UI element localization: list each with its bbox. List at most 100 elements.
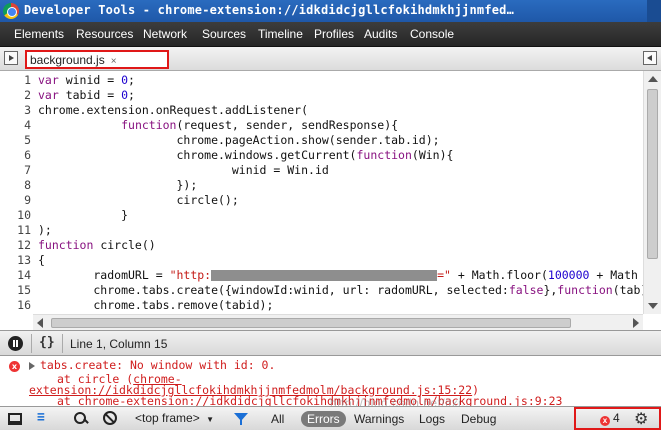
code-line: 12 function circle() [0,238,661,253]
close-icon[interactable]: × [111,56,117,67]
editor-horizontal-scrollbar[interactable] [33,314,643,330]
cursor-position: Line 1, Column 15 [70,337,168,351]
tab-sources[interactable]: Sources [202,27,246,41]
code-editor[interactable]: 1 var winid = 0; 2 var tabid = 0; 3 chrome.ex… [0,71,661,314]
search-icon[interactable] [73,411,88,426]
code-token: function [121,118,177,132]
frame-select[interactable]: <top frame> ▼ [131,410,218,428]
code-line: 4 function(request, sender, sendResponse… [0,118,661,133]
line-number[interactable]: 8 [0,178,31,193]
tab-profiles[interactable]: Profiles [314,27,354,41]
code-text: function circle() [38,238,156,253]
code-text: radomURL = "http: =" + Math.floor(100000 … [38,268,638,283]
bottom-toolbar: ≡ <top frame> ▼ All Errors Warnings Logs… [0,406,661,430]
tab-audits[interactable]: Audits [364,27,397,41]
filter-logs[interactable]: Logs [419,412,445,426]
code-token: ; [128,88,135,102]
line-number[interactable]: 3 [0,103,31,118]
pretty-print-button[interactable]: {} [39,335,55,350]
stack-frame-link[interactable]: chrome-extension://idkdidcjgllcfokihdmkh… [78,394,563,406]
line-number[interactable]: 16 [0,298,31,313]
show-debugger-button[interactable] [643,51,657,65]
code-line: 5 chrome.pageAction.show(sender.tab.id); [0,133,661,148]
filter-icon[interactable] [234,413,248,425]
expand-triangle-icon[interactable] [29,362,35,370]
code-text: }); [38,178,197,193]
code-token: }); [38,178,198,192]
code-token: var [38,88,59,102]
code-line: 2 var tabid = 0; [0,88,661,103]
code-token: radomURL = [38,268,170,282]
filter-warnings[interactable]: Warnings [354,412,404,426]
code-token: 100000 [547,268,590,282]
code-text: chrome.windows.getCurrent(function(Win){ [38,148,453,163]
code-token: chrome.tabs.create({windowId:winid, url:… [38,283,509,297]
filter-all[interactable]: All [271,412,284,426]
code-text: circle(); [38,193,238,208]
code-token: + Math.floor( [450,268,548,282]
code-token: ); [38,223,52,237]
line-number[interactable]: 9 [0,193,31,208]
scroll-left-icon[interactable] [37,318,43,328]
tab-network[interactable]: Network [143,27,187,41]
filter-errors[interactable]: Errors [301,411,346,427]
line-number[interactable]: 17 [0,313,31,314]
console-toggle-icon[interactable]: ≡ [37,410,45,428]
code-token: function [557,283,613,297]
code-text: ); [38,223,52,238]
code-token: winid = [58,73,122,87]
error-count-button[interactable]: x4 [600,411,620,426]
line-number[interactable]: 7 [0,163,31,178]
line-number[interactable]: 5 [0,133,31,148]
code-token: }, [543,283,558,297]
code-text: } [38,208,128,223]
window-controls[interactable] [647,0,661,22]
scroll-down-icon[interactable] [648,303,658,309]
line-number[interactable]: 4 [0,118,31,133]
code-text: chrome.tabs.create({windowId:winid, url:… [38,283,647,298]
code-token: function [356,148,412,162]
file-tab-background-js[interactable]: background.js × [25,50,169,69]
line-number[interactable]: 6 [0,148,31,163]
pause-on-exceptions-icon[interactable] [8,336,23,351]
chevron-down-icon: ▼ [206,415,214,424]
filter-debug[interactable]: Debug [461,412,496,426]
clear-console-icon[interactable] [103,411,117,425]
code-token: (request, sender, sendResponse){ [176,118,399,132]
show-navigator-button[interactable] [4,51,18,65]
editor-vertical-scrollbar[interactable] [643,71,661,314]
tab-timeline[interactable]: Timeline [258,27,303,41]
scrollbar-thumb[interactable] [51,318,571,328]
frame-select-value: <top frame> [135,411,200,425]
gear-icon[interactable]: ⚙ [634,409,648,429]
line-number[interactable]: 2 [0,88,31,103]
tab-elements[interactable]: Elements [14,27,64,41]
line-number[interactable]: 10 [0,208,31,223]
panel-tabs: Elements Resources Network Sources Timel… [0,22,661,47]
line-number[interactable]: 1 [0,73,31,88]
code-token: (Win){ [411,148,454,162]
code-text: chrome.extension.onRequest.addListener( [38,103,308,118]
dock-icon[interactable] [8,413,22,425]
code-token: false [508,283,544,297]
code-token: chrome.windows.getCurrent( [38,148,357,162]
line-number[interactable]: 13 [0,253,31,268]
code-line: 10 } [0,208,661,223]
code-token: function [38,238,94,252]
code-line: 13 { [0,253,661,268]
line-number[interactable]: 11 [0,223,31,238]
scroll-up-icon[interactable] [648,76,658,82]
line-number[interactable]: 15 [0,283,31,298]
tab-console[interactable]: Console [410,27,454,41]
code-text: { [38,253,45,268]
line-number[interactable]: 12 [0,238,31,253]
tab-resources[interactable]: Resources [76,27,133,41]
code-token: circle() [93,238,156,252]
scrollbar-thumb[interactable] [647,89,658,259]
scroll-right-icon[interactable] [633,318,639,328]
code-line: 3 chrome.extension.onRequest.addListener( [0,103,661,118]
code-line: 1 var winid = 0; [0,73,661,88]
line-number[interactable]: 14 [0,268,31,283]
code-token: winid = Win.id [38,163,329,177]
